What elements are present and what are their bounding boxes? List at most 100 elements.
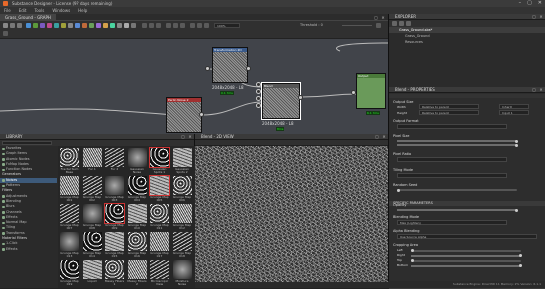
node-output-port[interactable] — [298, 95, 303, 100]
library-thumbnail[interactable] — [82, 232, 102, 251]
tool-icon[interactable] — [17, 23, 22, 28]
node-output[interactable]: Output — [356, 73, 386, 109]
menu-file[interactable]: File — [4, 7, 11, 14]
node-gold-icon[interactable] — [103, 23, 108, 28]
frame-icon[interactable] — [142, 23, 147, 28]
library-thumbnail[interactable] — [149, 147, 170, 168]
node-output-port[interactable] — [199, 112, 204, 117]
library-thumbnail[interactable] — [149, 175, 170, 196]
node-input-port[interactable] — [256, 89, 261, 94]
library-category-item[interactable]: Effects — [0, 247, 57, 252]
node-input-port[interactable] — [256, 96, 261, 101]
node-green-icon[interactable] — [89, 23, 94, 28]
node-blend[interactable]: Blend — [261, 82, 301, 120]
maximize-panel-icon[interactable]: ▢ — [375, 135, 379, 139]
node-teal-icon[interactable] — [54, 23, 59, 28]
close-panel-icon[interactable]: ✕ — [539, 88, 543, 92]
alpha-blending-dropdown[interactable]: Use Source Alpha — [397, 234, 537, 239]
menu-windows[interactable]: Windows — [52, 7, 70, 14]
library-thumbnail[interactable] — [172, 176, 192, 195]
maximize-panel-icon[interactable]: ▢ — [532, 15, 536, 19]
library-search-input[interactable] — [2, 141, 52, 145]
close-panel-icon[interactable]: ✕ — [188, 135, 192, 139]
node-blue-icon[interactable] — [26, 23, 31, 28]
zoom-fit-icon[interactable] — [190, 23, 195, 28]
library-thumbnail[interactable] — [105, 260, 124, 279]
minimize-icon[interactable]: – — [519, 0, 522, 7]
library-thumbnail[interactable] — [172, 148, 192, 167]
node-input-port[interactable] — [205, 66, 210, 71]
node-output-port[interactable] — [246, 66, 251, 71]
node-input-port[interactable] — [256, 82, 261, 87]
width-inherit[interactable]: Inherit — [499, 104, 529, 109]
node-perlin-noise[interactable]: Perlin Noise 2 — [166, 97, 202, 133]
crop-bottom-slider[interactable] — [411, 264, 522, 267]
node-violet-icon[interactable] — [96, 23, 101, 28]
close-panel-icon[interactable]: ✕ — [381, 15, 385, 20]
library-thumbnail[interactable] — [127, 176, 147, 195]
zoom-in-icon[interactable] — [197, 23, 202, 28]
library-thumbnail[interactable] — [60, 148, 79, 167]
output-format-dropdown[interactable] — [397, 124, 507, 129]
pixel-size-slider[interactable] — [397, 139, 518, 143]
library-thumbnail[interactable] — [172, 232, 192, 251]
node-yellow-icon[interactable] — [61, 23, 66, 28]
open-icon[interactable] — [399, 21, 404, 26]
random-seed-slider[interactable] — [397, 188, 517, 192]
menu-help[interactable]: Help — [78, 7, 87, 14]
settings-icon[interactable] — [376, 23, 381, 28]
menu-tools[interactable]: Tools — [34, 7, 44, 14]
library-thumbnail[interactable] — [105, 148, 124, 167]
layout-icon[interactable] — [166, 23, 171, 28]
pixel-size-slider[interactable] — [397, 143, 518, 147]
node-purple-icon[interactable] — [40, 23, 45, 28]
node-mint-icon[interactable] — [110, 23, 115, 28]
align-icon[interactable] — [173, 23, 178, 28]
node-input-port[interactable] — [256, 103, 261, 108]
library-thumbnail[interactable] — [127, 204, 147, 223]
library-thumbnail[interactable] — [82, 148, 102, 167]
node-pink-icon[interactable] — [47, 23, 52, 28]
new-icon[interactable] — [392, 21, 397, 26]
node-blue-icon[interactable] — [75, 23, 80, 28]
view-2d-image[interactable] — [195, 146, 388, 282]
tool-icon[interactable] — [10, 23, 15, 28]
close-icon[interactable]: ✕ — [538, 0, 542, 7]
library-thumbnail[interactable] — [127, 232, 147, 251]
node-green-icon[interactable] — [33, 23, 38, 28]
maximize-panel-icon[interactable]: ▢ — [532, 88, 536, 92]
threshold-slider[interactable] — [342, 25, 372, 26]
library-thumbnail[interactable] — [127, 148, 147, 167]
save-icon[interactable] — [406, 21, 411, 26]
library-thumbnail[interactable] — [82, 176, 102, 195]
height-dropdown[interactable]: Relative to parent — [419, 110, 479, 115]
close-panel-icon[interactable]: ✕ — [539, 15, 543, 19]
add-node-icon[interactable] — [3, 31, 8, 36]
library-thumbnail[interactable] — [105, 232, 124, 251]
comment-icon[interactable] — [149, 23, 154, 28]
zoom-dropdown[interactable]: 100% — [214, 23, 240, 28]
specific-parameters-header[interactable]: SPECIFIC PARAMETERS — [389, 201, 545, 206]
library-thumbnail[interactable] — [127, 260, 147, 279]
library-thumbnail[interactable] — [104, 203, 125, 224]
library-thumbnail[interactable] — [82, 260, 102, 279]
node-gray-icon[interactable] — [68, 23, 73, 28]
node-white-icon[interactable] — [124, 23, 129, 28]
maximize-panel-icon[interactable]: ▢ — [374, 15, 378, 20]
blending-mode-dropdown[interactable]: Max (Lighten) — [397, 220, 507, 225]
node-orange-icon[interactable] — [82, 23, 87, 28]
crop-right-slider[interactable] — [411, 254, 522, 257]
node-gray-icon[interactable] — [117, 23, 122, 28]
zoom-out-icon[interactable] — [204, 23, 209, 28]
close-panel-icon[interactable]: ✕ — [382, 135, 386, 139]
library-thumbnail[interactable] — [60, 176, 79, 195]
library-thumbnail[interactable] — [82, 204, 102, 223]
pin-icon[interactable] — [156, 23, 161, 28]
library-thumbnail[interactable] — [60, 232, 79, 251]
maximize-icon[interactable]: ▢ — [527, 0, 532, 7]
crop-top-slider[interactable] — [411, 259, 521, 262]
menu-edit[interactable]: Edit — [19, 7, 27, 14]
library-thumbnail[interactable] — [60, 260, 79, 279]
maximize-panel-icon[interactable]: ▢ — [181, 135, 185, 139]
library-thumbnail[interactable] — [150, 204, 169, 223]
